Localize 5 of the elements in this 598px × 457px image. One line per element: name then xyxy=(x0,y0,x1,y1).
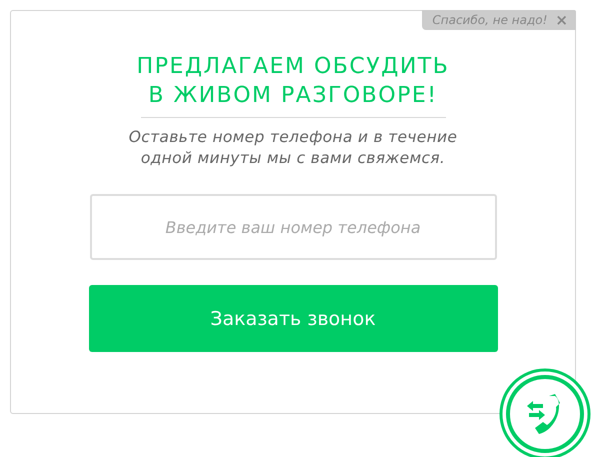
popup-title: ПРЕДЛАГАЕМ ОБСУДИТЬ В ЖИВОМ РАЗГОВОРЕ! xyxy=(136,53,450,110)
dismiss-button[interactable]: Спасибо, не надо! × xyxy=(422,10,576,30)
phone-input-field[interactable]: Введите ваш номер телефона xyxy=(90,194,496,260)
call-request-button[interactable]: Заказать звонок xyxy=(88,285,498,352)
popup-subtitle: Оставьте номер телефона и в течение одной минуты мы с вами свяжемся. xyxy=(128,127,458,169)
